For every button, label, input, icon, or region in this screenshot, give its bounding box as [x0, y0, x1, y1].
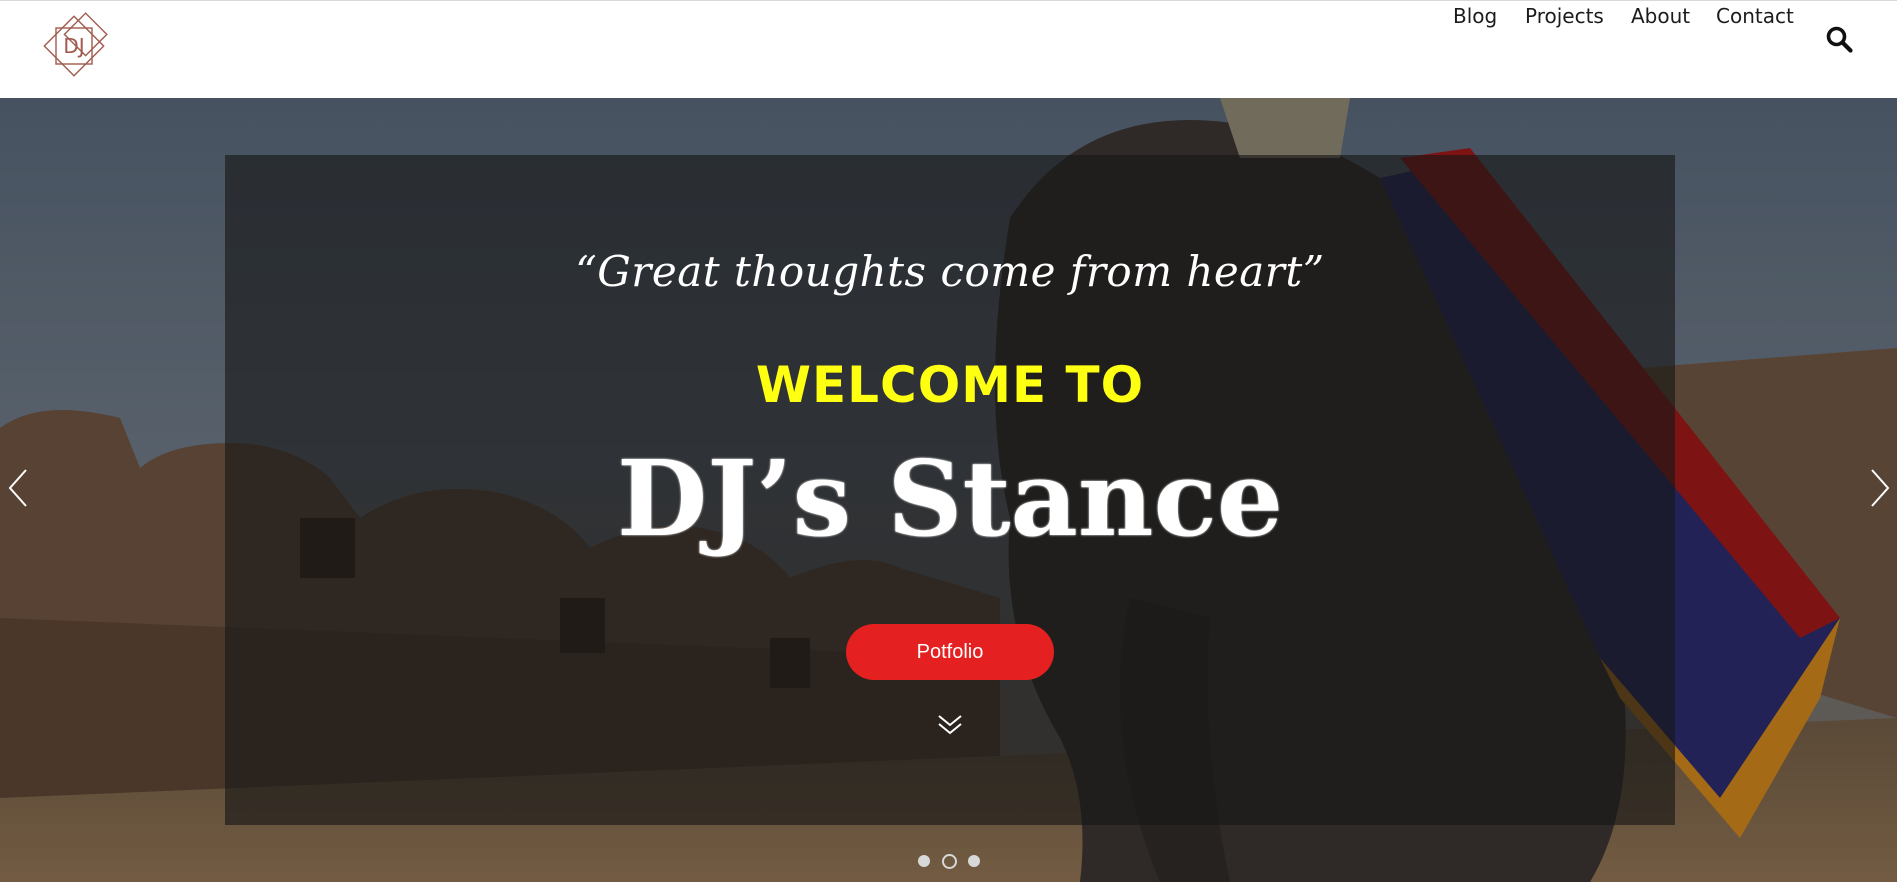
search-icon[interactable] [1825, 25, 1853, 53]
nav-contact[interactable]: Contact [1716, 1, 1794, 31]
slider-dot-3[interactable] [968, 855, 980, 867]
hero-slider: “Great thoughts come from heart” WELCOME… [0, 98, 1897, 882]
hero-site-title: DJ’s Stance [617, 437, 1283, 560]
slider-dot-1[interactable] [918, 855, 930, 867]
nav-blog[interactable]: Blog [1453, 1, 1497, 31]
double-chevron-down-icon[interactable] [936, 710, 964, 738]
portfolio-button[interactable]: Potfolio [846, 624, 1054, 680]
hero-welcome-text: WELCOME TO [755, 356, 1145, 414]
nav-about[interactable]: About [1631, 1, 1690, 31]
chevron-right-icon[interactable] [1868, 466, 1892, 510]
hero-caption-panel: “Great thoughts come from heart” WELCOME… [225, 155, 1675, 825]
slider-pagination [917, 852, 983, 870]
chevron-left-icon[interactable] [6, 466, 30, 510]
site-header: DJ Blog Projects About Contact [0, 0, 1897, 98]
nav-projects[interactable]: Projects [1525, 1, 1604, 31]
slider-dot-2[interactable] [942, 854, 957, 869]
hero-quote: “Great thoughts come from heart” [575, 247, 1325, 296]
site-logo[interactable]: DJ [38, 10, 110, 80]
logo-text: DJ [63, 34, 84, 58]
